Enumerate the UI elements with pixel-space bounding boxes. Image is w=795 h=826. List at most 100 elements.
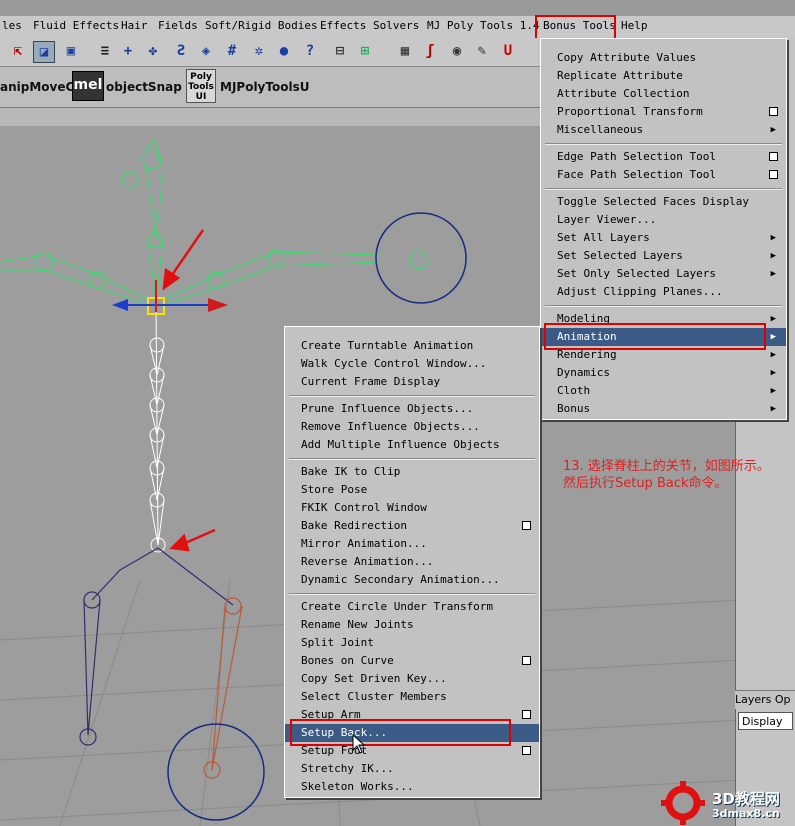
menu-item-fkik-control[interactable]: FKIK Control Window	[285, 499, 539, 517]
menu-item-add-multiple-influence[interactable]: Add Multiple Influence Objects	[285, 436, 539, 454]
menu-item-mirror-animation[interactable]: Mirror Animation...	[285, 535, 539, 553]
menu-item-prune-influence[interactable]: Prune Influence Objects...	[285, 400, 539, 418]
menu-item-store-pose[interactable]: Store Pose	[285, 481, 539, 499]
menu-item-rename-new-joints[interactable]: Rename New Joints	[285, 616, 539, 634]
menu-item-reverse-animation[interactable]: Reverse Animation...	[285, 553, 539, 571]
mask-icon[interactable]: ≡	[95, 41, 115, 61]
menu-item-replicate-attribute[interactable]: Replicate Attribute	[541, 67, 786, 85]
menu-item-create-circle[interactable]: Create Circle Under Transform	[285, 598, 539, 616]
menu-item-walk-cycle[interactable]: Walk Cycle Control Window...	[285, 355, 539, 373]
menu-item-miscellaneous[interactable]: Miscellaneous ▶	[541, 121, 786, 139]
snap-points-icon[interactable]: ▦	[395, 41, 415, 61]
submenu-arrow-icon: ▶	[770, 368, 776, 378]
option-box-icon[interactable]	[522, 521, 531, 530]
menu-item-split-joint[interactable]: Split Joint	[285, 634, 539, 652]
menu-item-attribute-collection[interactable]: Attribute Collection	[541, 85, 786, 103]
tutorial-annotation: 13. 选择脊柱上的关节，如图所示。然后执行Setup Back命令。	[563, 459, 770, 491]
menu-item-layer-viewer[interactable]: Layer Viewer...	[541, 211, 786, 229]
menu-fields[interactable]: Fields	[158, 19, 198, 32]
menu-item-bake-redirection[interactable]: Bake Redirection	[285, 517, 539, 535]
select-mode-icon[interactable]: ⇱	[8, 41, 28, 61]
submenu-arrow-icon: ▶	[770, 314, 776, 324]
menu-item-current-frame-display[interactable]: Current Frame Display	[285, 373, 539, 391]
surface-pick-icon[interactable]: ◈	[196, 41, 216, 61]
lock-icon[interactable]: ⊟	[330, 41, 350, 61]
option-box-icon[interactable]	[769, 152, 778, 161]
menu-les[interactable]: les	[2, 19, 22, 32]
snap-curve-icon[interactable]: ʃ	[420, 41, 440, 61]
shelf-manip-move[interactable]: anipMoveCo	[0, 80, 83, 94]
menu-item-face-path-selection[interactable]: Face Path Selection Tool	[541, 166, 786, 184]
menu-item-proportional-transform[interactable]: Proportional Transform	[541, 103, 786, 121]
menu-item-create-turntable[interactable]: Create Turntable Animation	[285, 337, 539, 355]
submenu-arrow-icon: ▶	[770, 386, 776, 396]
snap-grid-icon[interactable]: ⊞	[355, 41, 375, 61]
menu-item-cloth[interactable]: Cloth ▶	[541, 382, 786, 400]
menu-item-bonus[interactable]: Bonus ▶	[541, 400, 786, 418]
help-pick-icon[interactable]: ?	[300, 41, 320, 61]
menu-separator	[545, 305, 782, 307]
menu-item-toggle-selected-faces[interactable]: Toggle Selected Faces Display	[541, 193, 786, 211]
magnet-icon[interactable]: U	[498, 41, 518, 61]
menu-fluid-effects[interactable]: Fluid Effects	[33, 19, 119, 32]
menu-item-set-only-selected-layers[interactable]: Set Only Selected Layers ▶	[541, 265, 786, 283]
layers-display-dropdown[interactable]: Display	[738, 712, 793, 730]
submenu-arrow-icon: ▶	[770, 269, 776, 279]
option-box-icon[interactable]	[522, 746, 531, 755]
select-hierarchy-icon[interactable]: ◪	[33, 41, 55, 63]
menu-item-skeleton-works[interactable]: Skeleton Works...	[285, 778, 539, 796]
menu-item-bake-ik-to-clip[interactable]: Bake IK to Clip	[285, 463, 539, 481]
menu-separator	[545, 143, 782, 145]
menu-item-adjust-clipping-planes[interactable]: Adjust Clipping Planes...	[541, 283, 786, 301]
animation-callout	[544, 323, 766, 350]
menu-item-edge-path-selection[interactable]: Edge Path Selection Tool	[541, 148, 786, 166]
menu-help[interactable]: Help	[621, 19, 648, 32]
mel-icon[interactable]: mel	[72, 71, 104, 101]
layers-header: Layers Op	[735, 690, 795, 709]
menu-item-set-all-layers[interactable]: Set All Layers ▶	[541, 229, 786, 247]
bonus-tools-callout	[535, 15, 616, 40]
menu-solvers[interactable]: Solvers	[373, 19, 419, 32]
option-box-icon[interactable]	[522, 710, 531, 719]
shelf-mj-poly-tools[interactable]: MJPolyToolsU	[220, 80, 309, 94]
shelf-object-snap[interactable]: objectSnap	[106, 80, 182, 94]
menu-item-dynamic-secondary[interactable]: Dynamic Secondary Animation...	[285, 571, 539, 589]
submenu-arrow-icon: ▶	[770, 125, 776, 135]
watermark-logo: 3D教程网 3dmax8.cn	[660, 780, 795, 826]
menu-effects[interactable]: Effects	[320, 19, 366, 32]
snap-view-icon[interactable]: ◉	[447, 41, 467, 61]
menubar: les Fluid Effects Hair Fields Soft/Rigid…	[0, 16, 795, 39]
bonus-tools-menu: Copy Attribute Values Replicate Attribut…	[540, 38, 787, 420]
curve-pick-icon[interactable]: Ƨ	[171, 41, 191, 61]
menu-item-dynamics[interactable]: Dynamics ▶	[541, 364, 786, 382]
render-pick-icon[interactable]: ●	[274, 41, 294, 61]
poly-tools-ui-icon[interactable]: Poly Tools UI	[186, 69, 216, 103]
menu-item-copy-attribute-values[interactable]: Copy Attribute Values	[541, 49, 786, 67]
watermark-url: 3dmax8.cn	[712, 807, 780, 820]
submenu-arrow-icon: ▶	[770, 251, 776, 261]
menu-soft-rigid-bodies[interactable]: Soft/Rigid Bodies	[205, 19, 318, 32]
option-box-icon[interactable]	[769, 170, 778, 179]
select-object-icon[interactable]: ▣	[61, 41, 81, 61]
menu-item-bones-on-curve[interactable]: Bones on Curve	[285, 652, 539, 670]
dynamics-pick-icon[interactable]: ✲	[249, 41, 269, 61]
menu-item-set-selected-layers[interactable]: Set Selected Layers ▶	[541, 247, 786, 265]
menu-hair[interactable]: Hair	[121, 19, 148, 32]
gear-logo-icon	[661, 781, 705, 825]
menu-separator	[545, 188, 782, 190]
submenu-arrow-icon: ▶	[770, 332, 776, 342]
menu-separator	[289, 458, 535, 460]
ik-handle-icon[interactable]: ✤	[143, 41, 163, 61]
option-box-icon[interactable]	[522, 656, 531, 665]
menu-item-remove-influence[interactable]: Remove Influence Objects...	[285, 418, 539, 436]
mouse-cursor-icon	[352, 734, 366, 754]
joint-pick-icon[interactable]: +	[118, 41, 138, 61]
menu-mj-poly-tools[interactable]: MJ Poly Tools 1.4	[427, 19, 540, 32]
history-icon[interactable]: ✎	[472, 41, 492, 61]
submenu-arrow-icon: ▶	[770, 404, 776, 414]
deformation-pick-icon[interactable]: #	[222, 41, 242, 61]
menu-item-select-cluster-members[interactable]: Select Cluster Members	[285, 688, 539, 706]
option-box-icon[interactable]	[769, 107, 778, 116]
menu-item-stretchy-ik[interactable]: Stretchy IK...	[285, 760, 539, 778]
menu-item-copy-set-driven-key[interactable]: Copy Set Driven Key...	[285, 670, 539, 688]
